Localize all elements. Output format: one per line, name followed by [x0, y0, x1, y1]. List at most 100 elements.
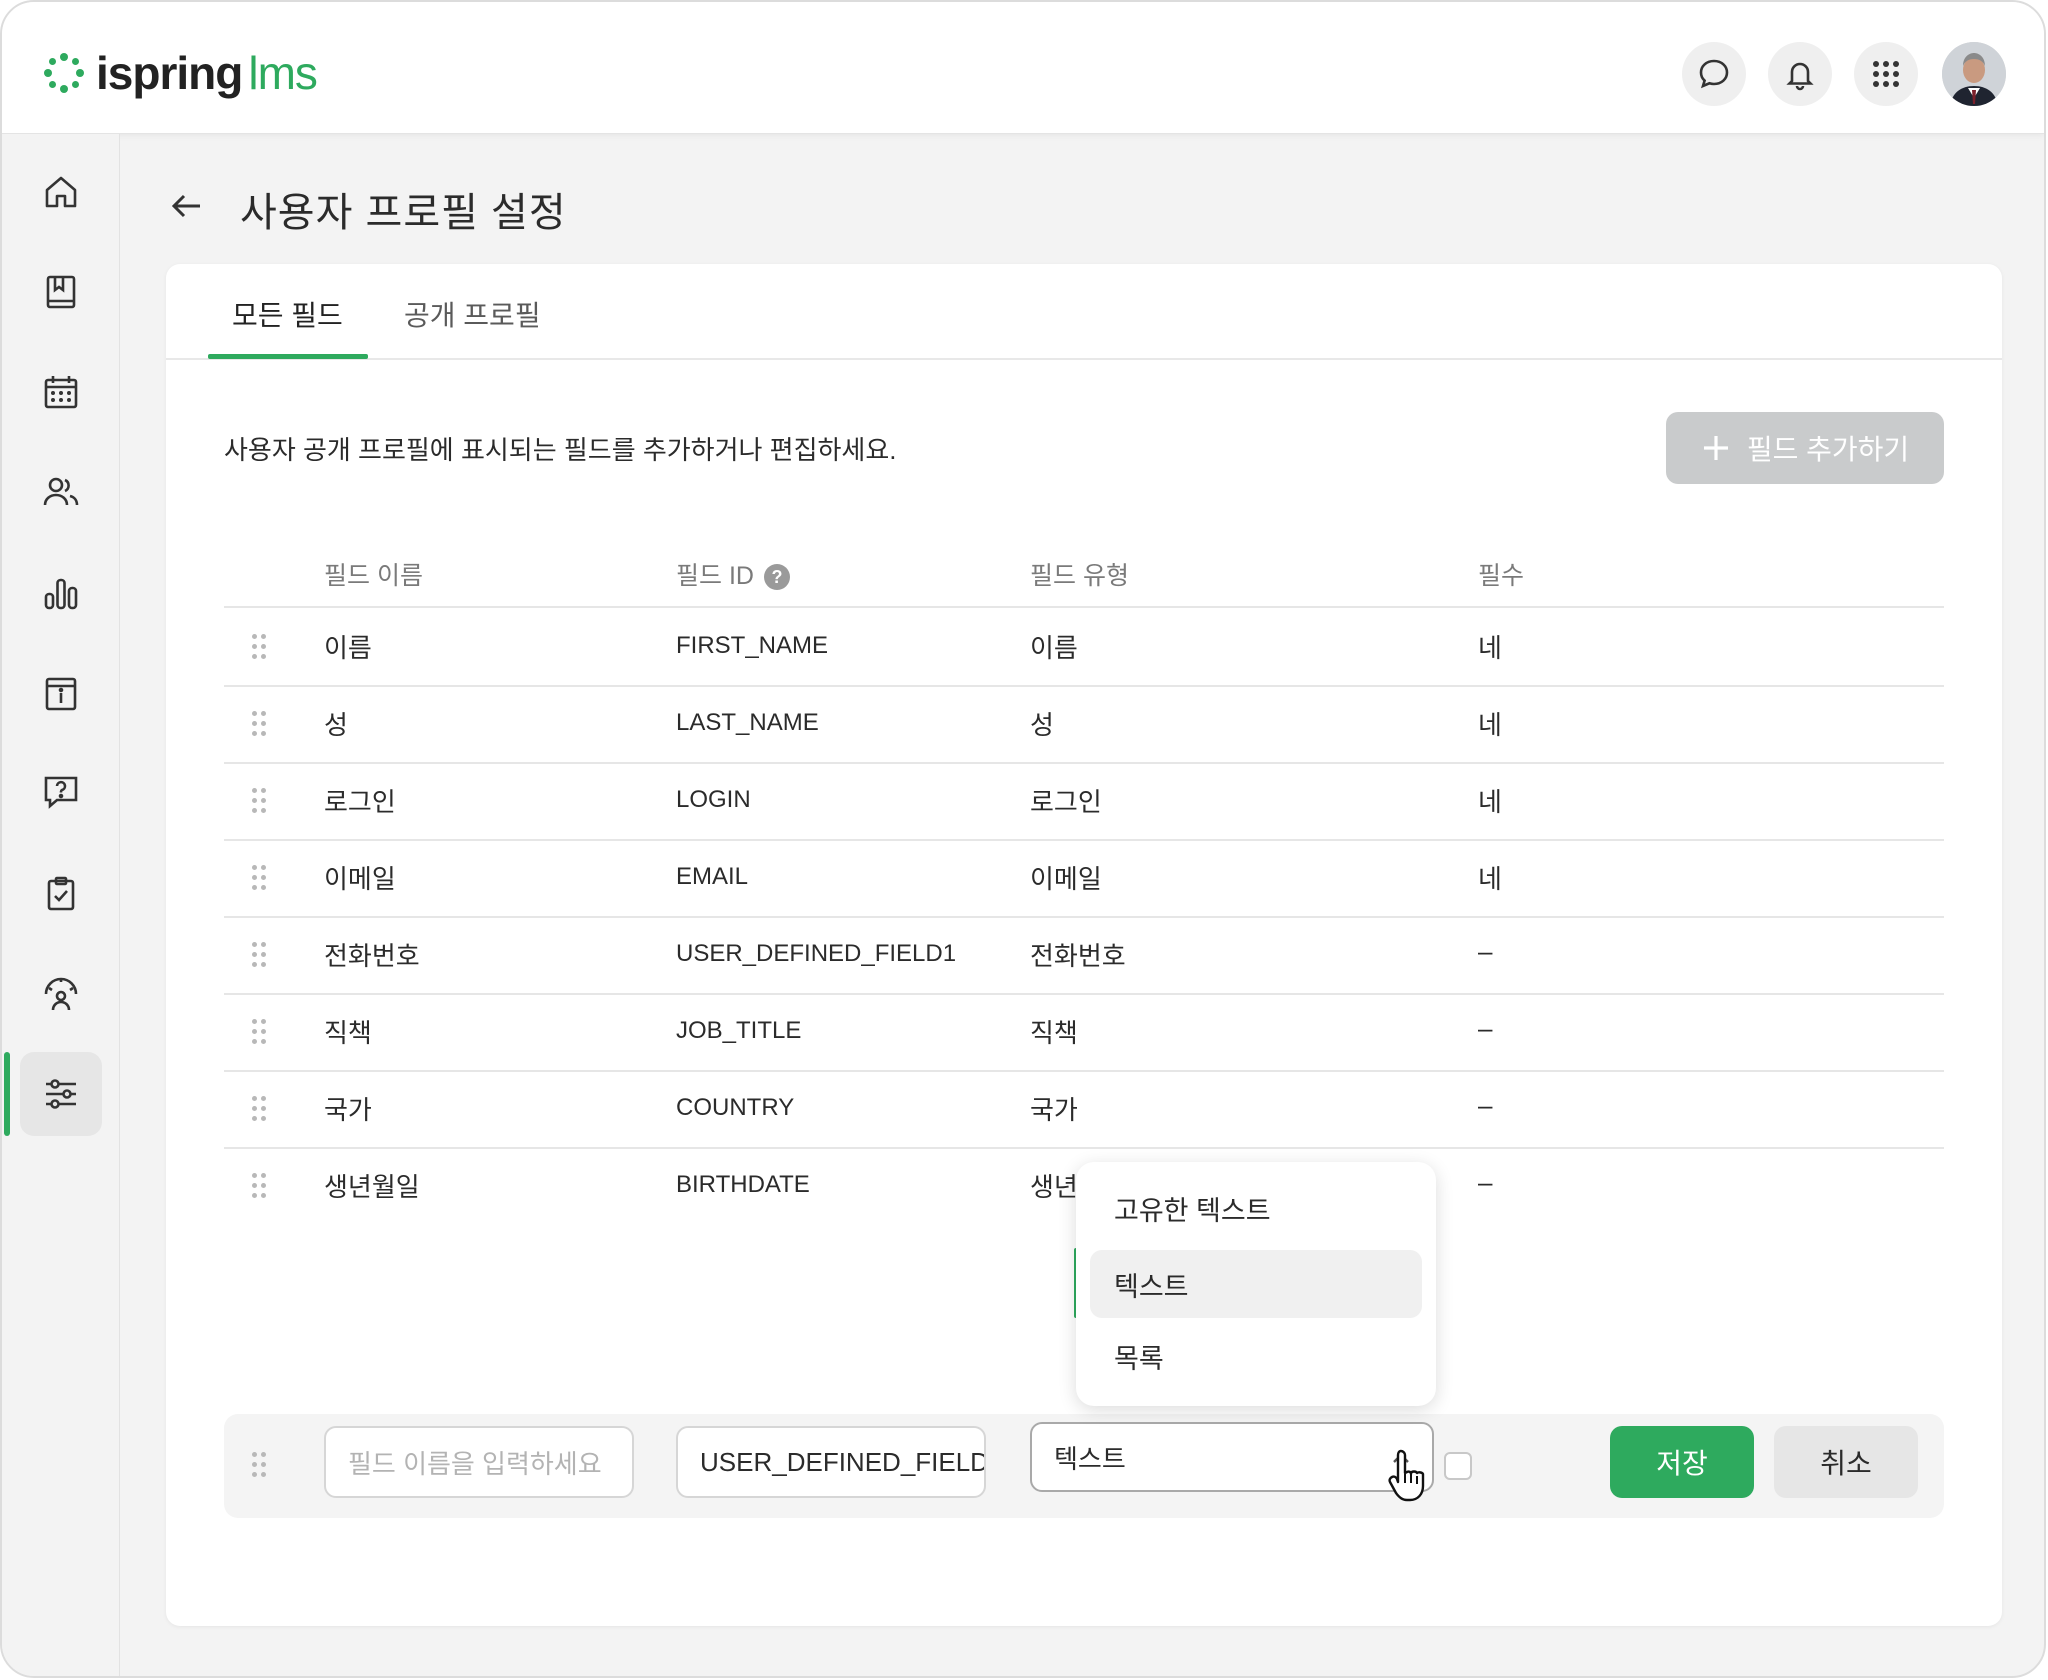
cell-field-id: JOB_TITLE: [676, 1017, 802, 1044]
cell-field-name: 이름: [324, 633, 372, 663]
dropdown-option-unique-text[interactable]: 고유한 텍스트: [1090, 1174, 1422, 1242]
cell-field-name: 로그인: [324, 787, 396, 817]
cell-required: –: [1478, 936, 1493, 966]
sidebar-item-users[interactable]: [20, 450, 102, 534]
add-field-button[interactable]: 필드 추가하기: [1666, 412, 1944, 484]
sidebar-item-questions[interactable]: [20, 750, 102, 834]
cell-field-type: 국가: [1030, 1095, 1078, 1125]
dropdown-option-text[interactable]: 텍스트: [1090, 1250, 1422, 1318]
user-avatar[interactable]: [1942, 42, 2006, 106]
cell-field-type: 직책: [1030, 1018, 1078, 1048]
table-row[interactable]: 전화번호 USER_DEFINED_FIELD1 전화번호 –: [224, 916, 1944, 993]
logo-product: lms: [248, 47, 318, 99]
question-icon: [44, 776, 78, 809]
sidebar-item-tasks[interactable]: [20, 852, 102, 936]
bell-icon: [1786, 62, 1814, 91]
drag-handle-icon[interactable]: [252, 865, 268, 895]
users-icon: [43, 477, 79, 506]
cell-field-name: 생년월일: [324, 1172, 420, 1202]
sidebar-item-settings[interactable]: [20, 1052, 102, 1136]
book-icon: [46, 275, 76, 309]
field-type-dropdown: 고유한 텍스트 텍스트 목록: [1076, 1162, 1436, 1406]
new-field-row: 필드 이름을 입력하세요 USER_DEFINED_FIELD 텍스트 저장 취…: [224, 1414, 1944, 1518]
cell-field-id: COUNTRY: [676, 1094, 795, 1121]
tab-public-profile[interactable]: 공개 프로필: [404, 294, 541, 334]
cell-field-id: USER_DEFINED_FIELD1: [676, 940, 957, 967]
field-name-input[interactable]: 필드 이름을 입력하세요: [324, 1426, 634, 1498]
apps-grid-icon: [1873, 61, 1899, 87]
add-field-label: 필드 추가하기: [1746, 434, 1910, 465]
app-window: ispring lms 사용자 프로필 설정 모든 필드 공개 프로필 사용자 …: [0, 0, 2046, 1678]
cell-required: 네: [1478, 787, 1502, 817]
cell-field-id: LOGIN: [676, 786, 751, 813]
cell-required: 네: [1478, 633, 1502, 663]
logo-mark-icon: [44, 53, 84, 93]
cell-field-id: LAST_NAME: [676, 709, 819, 736]
chat-icon: [1699, 59, 1729, 89]
page-title: 사용자 프로필 설정: [240, 191, 567, 235]
header-field-type: 필드 유형: [1030, 562, 1129, 590]
settings-card: 모든 필드 공개 프로필 사용자 공개 프로필에 표시되는 필드를 추가하거나 …: [166, 264, 2002, 1626]
drag-handle-icon[interactable]: [252, 942, 268, 972]
help-icon[interactable]: ?: [763, 564, 790, 591]
required-checkbox[interactable]: [1444, 1452, 1472, 1480]
drag-handle-icon[interactable]: [252, 1096, 268, 1126]
cell-field-name: 이메일: [324, 864, 396, 894]
reports-icon: [44, 578, 78, 610]
drag-handle-icon[interactable]: [252, 1019, 268, 1049]
notifications-button[interactable]: [1768, 42, 1832, 106]
cancel-button[interactable]: 취소: [1774, 1426, 1918, 1498]
table-row[interactable]: 로그인 LOGIN 로그인 네: [224, 762, 1944, 839]
cell-field-id: EMAIL: [676, 863, 749, 890]
cell-field-name: 전화번호: [324, 941, 420, 971]
drag-handle-icon[interactable]: [252, 711, 268, 741]
drag-handle-icon[interactable]: [252, 1173, 268, 1203]
cell-field-id: FIRST_NAME: [676, 632, 829, 659]
dropdown-option-list[interactable]: 목록: [1090, 1322, 1422, 1390]
top-bar: ispring lms: [2, 2, 2044, 134]
drag-handle-icon[interactable]: [252, 1452, 268, 1482]
back-arrow-icon[interactable]: [168, 188, 204, 224]
table-row[interactable]: 이메일 EMAIL 이메일 네: [224, 839, 1944, 916]
cell-required: 네: [1478, 864, 1502, 894]
table-row[interactable]: 직책 JOB_TITLE 직책 –: [224, 993, 1944, 1070]
table-row[interactable]: 이름 FIRST_NAME 이름 네: [224, 608, 1944, 685]
field-type-value: 텍스트: [1054, 1443, 1126, 1474]
cell-field-name: 직책: [324, 1018, 372, 1048]
tab-all-fields[interactable]: 모든 필드: [232, 294, 343, 334]
field-type-select[interactable]: 텍스트: [1030, 1422, 1434, 1492]
active-indicator: [4, 1052, 10, 1136]
header-field-id: 필드 ID?: [676, 556, 790, 592]
user-gauge-icon: [44, 977, 78, 1011]
cell-field-id: BIRTHDATE: [676, 1171, 810, 1198]
table-row[interactable]: 성 LAST_NAME 성 네: [224, 685, 1944, 762]
sidebar-item-competencies[interactable]: [20, 952, 102, 1036]
calendar-icon: [44, 376, 78, 409]
cell-field-name: 국가: [324, 1095, 372, 1125]
sidebar-item-courses[interactable]: [20, 250, 102, 334]
cell-field-type: 이름: [1030, 633, 1078, 663]
sidebar-item-reports[interactable]: [20, 552, 102, 636]
info-board-icon: [45, 677, 77, 711]
drag-handle-icon[interactable]: [252, 634, 268, 664]
sidebar-item-calendar[interactable]: [20, 350, 102, 434]
chat-button[interactable]: [1682, 42, 1746, 106]
cell-field-name: 성: [324, 710, 348, 740]
cell-field-type: 로그인: [1030, 787, 1102, 817]
checklist-icon: [47, 876, 75, 911]
active-tab-underline: [208, 354, 368, 359]
cell-field-type: 전화번호: [1030, 941, 1126, 971]
save-button[interactable]: 저장: [1610, 1426, 1754, 1498]
drag-handle-icon[interactable]: [252, 788, 268, 818]
field-id-input[interactable]: USER_DEFINED_FIELD: [676, 1426, 986, 1498]
sidebar-item-info[interactable]: [20, 652, 102, 736]
avatar-image: [1942, 42, 2006, 106]
apps-button[interactable]: [1854, 42, 1918, 106]
home-icon: [45, 176, 77, 208]
header-field-name: 필드 이름: [324, 562, 423, 590]
cell-required: –: [1478, 1167, 1493, 1197]
sidebar-item-home[interactable]: [20, 150, 102, 234]
table-row[interactable]: 국가 COUNTRY 국가 –: [224, 1070, 1944, 1147]
app-logo[interactable]: ispring lms: [42, 46, 318, 100]
cell-required: –: [1478, 1090, 1493, 1120]
